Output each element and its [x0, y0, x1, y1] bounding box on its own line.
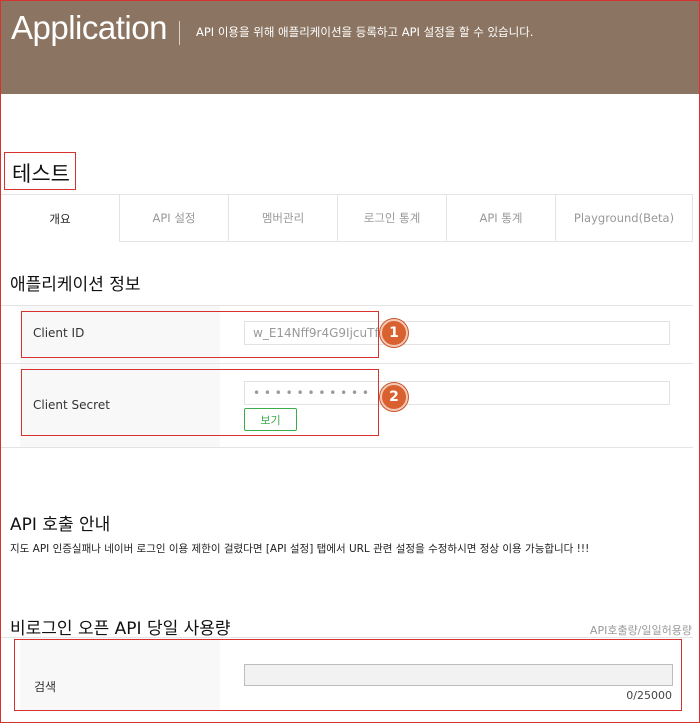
client-id-highlight: [21, 311, 379, 358]
app-header: Application API 이용을 위해 애플리케이션을 등록하고 API …: [1, 1, 699, 94]
tab-api-settings[interactable]: API 설정: [120, 195, 229, 242]
app-name: 테스트: [12, 162, 70, 186]
usage-highlight: [14, 639, 682, 711]
client-secret-highlight: [21, 369, 379, 436]
annotation-badge-1: 1: [380, 319, 408, 347]
app-name-highlight: 테스트: [4, 152, 76, 190]
header-divider: [179, 21, 180, 45]
annotation-badge-2: 2: [380, 383, 408, 411]
row-divider: [1, 363, 693, 364]
api-call-title: API 호출 안내: [10, 515, 111, 535]
tab-bar: 개요 API 설정 멤버관리 로그인 통계 API 통계 Playground(…: [1, 194, 693, 242]
tab-overview[interactable]: 개요: [1, 195, 120, 242]
usage-subtitle: API호출량/일일허용량: [589, 624, 692, 637]
tab-api-stats[interactable]: API 통계: [447, 195, 556, 242]
app-info-title: 애플리케이션 정보: [10, 275, 141, 295]
header-title: Application: [11, 9, 167, 46]
tab-playground[interactable]: Playground(Beta): [556, 195, 693, 242]
tab-login-stats[interactable]: 로그인 통계: [338, 195, 447, 242]
api-call-notice: 지도 API 인증실패나 네이버 로그인 이용 제한이 걸렸다면 [API 설정…: [10, 543, 590, 555]
header-description: API 이용을 위해 애플리케이션을 등록하고 API 설정을 할 수 있습니다…: [196, 25, 534, 39]
tab-member-management[interactable]: 멤버관리: [229, 195, 338, 242]
usage-title: 비로그인 오픈 API 당일 사용량: [10, 619, 231, 639]
